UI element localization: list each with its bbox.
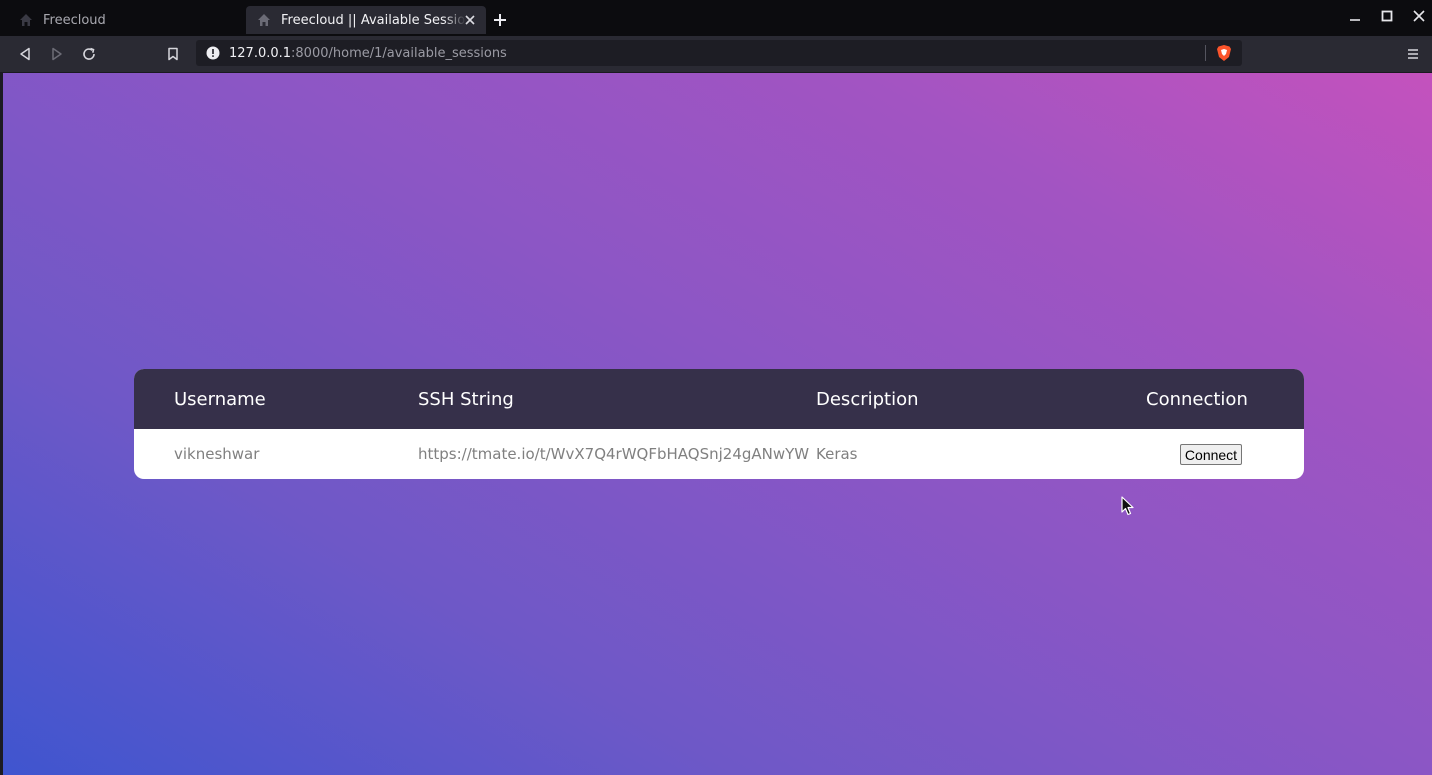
header-description: Description	[816, 389, 919, 410]
address-bar[interactable]: 127.0.0.1:8000/home/1/available_sessions	[196, 40, 1242, 66]
home-icon	[256, 12, 272, 28]
new-tab-button[interactable]	[490, 10, 510, 30]
tab-title: Freecloud || Available Sessions	[281, 12, 466, 28]
tab-title: Freecloud	[43, 12, 106, 28]
tab-strip: Freecloud Freecloud || Available Session…	[0, 0, 1432, 36]
header-username: Username	[174, 389, 266, 410]
table-row: vikneshwar https://tmate.io/t/WvX7Q4rWQF…	[134, 429, 1304, 479]
maximize-icon	[1381, 10, 1393, 22]
url-host: 127.0.0.1	[229, 45, 292, 61]
reload-icon	[83, 47, 95, 60]
brave-shields-icon[interactable]	[1215, 44, 1233, 62]
hamburger-menu-icon	[1408, 49, 1418, 59]
maximize-button[interactable]	[1376, 6, 1398, 26]
home-icon	[18, 12, 34, 28]
reload-button[interactable]	[78, 43, 100, 65]
url-path: :8000/home/1/available_sessions	[291, 45, 507, 61]
connect-button[interactable]: Connect	[1180, 444, 1242, 465]
back-icon	[20, 47, 30, 61]
site-info-icon[interactable]	[205, 45, 221, 61]
close-icon	[1413, 10, 1425, 22]
sessions-table: Username SSH String Description Connecti…	[134, 369, 1304, 479]
cell-description: Keras	[816, 445, 858, 463]
cell-username: vikneshwar	[174, 445, 260, 463]
page-background: Username SSH String Description Connecti…	[3, 73, 1432, 775]
plus-icon	[494, 14, 506, 26]
minimize-icon	[1350, 19, 1360, 21]
minimize-button[interactable]	[1344, 6, 1366, 26]
tab-freecloud[interactable]: Freecloud	[8, 6, 238, 34]
bookmark-icon	[168, 47, 178, 61]
forward-button[interactable]	[46, 43, 68, 65]
divider	[1205, 45, 1206, 61]
forward-icon	[52, 47, 62, 61]
close-icon[interactable]	[462, 12, 478, 28]
close-window-button[interactable]	[1408, 6, 1430, 26]
tab-available-sessions[interactable]: Freecloud || Available Sessions	[246, 6, 486, 34]
menu-button[interactable]	[1402, 43, 1424, 65]
cell-ssh-string: https://tmate.io/t/WvX7Q4rWQFbHAQSnj24gA…	[418, 445, 810, 463]
header-connection: Connection	[1146, 389, 1248, 410]
back-button[interactable]	[14, 43, 36, 65]
header-ssh-string: SSH String	[418, 389, 514, 410]
table-header-row: Username SSH String Description Connecti…	[134, 369, 1304, 429]
mouse-pointer-icon	[1121, 496, 1134, 516]
bookmark-button[interactable]	[162, 43, 184, 65]
